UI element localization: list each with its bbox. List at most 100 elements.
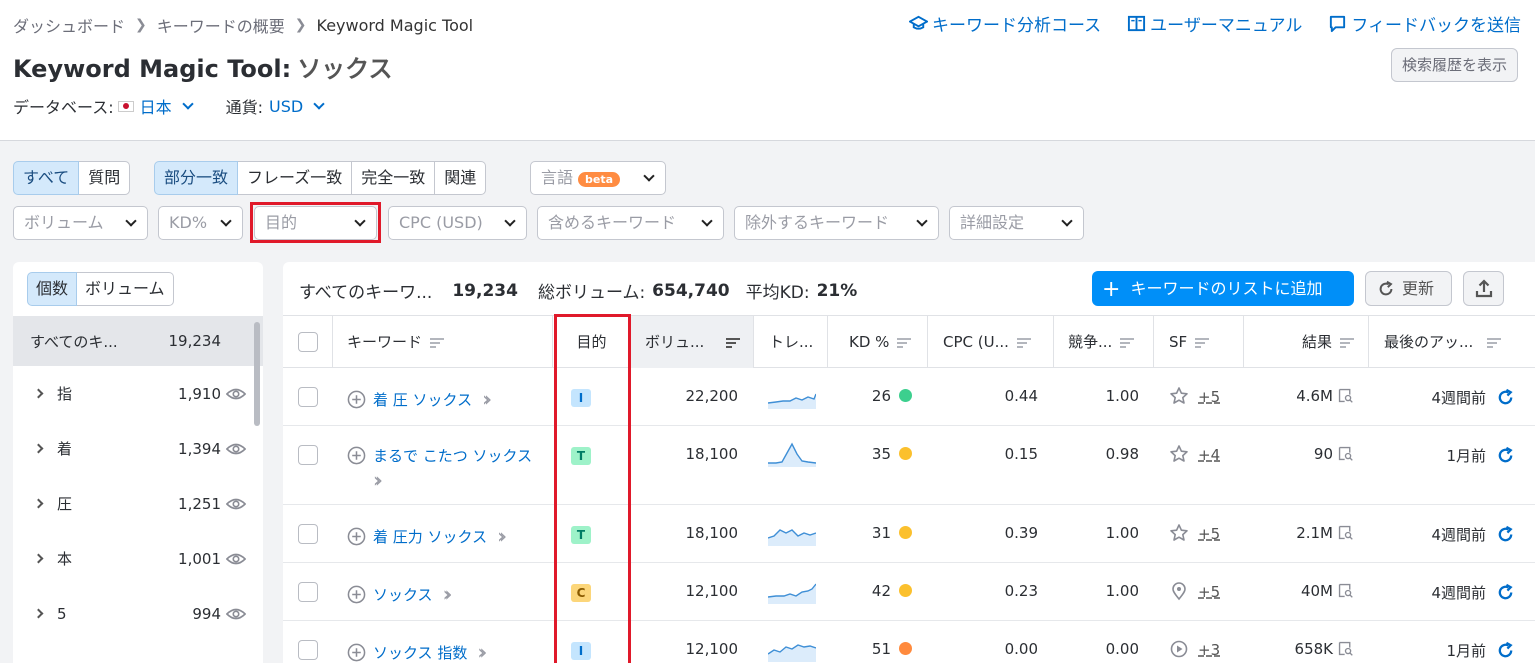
breadcrumb-keyword-overview[interactable]: キーワードの概要 bbox=[157, 13, 285, 37]
advanced-filter[interactable]: 詳細設定 bbox=[949, 206, 1084, 240]
cpc-filter[interactable]: CPC (USD) bbox=[388, 206, 527, 240]
sidebar-group-label: 圧 bbox=[57, 495, 73, 513]
serp-snapshot-icon[interactable] bbox=[1337, 445, 1354, 462]
sidebar-toggle: 個数 ボリューム bbox=[27, 272, 174, 306]
course-link[interactable]: キーワード分析コース bbox=[909, 11, 1101, 36]
add-circle-icon[interactable] bbox=[347, 390, 366, 409]
eye-icon[interactable] bbox=[226, 497, 246, 511]
toggle-count[interactable]: 個数 bbox=[27, 272, 78, 306]
chevron-down-icon bbox=[1061, 215, 1073, 227]
eye-icon[interactable] bbox=[226, 607, 246, 621]
add-to-list-button[interactable]: + キーワードのリストに追加 bbox=[1092, 271, 1354, 306]
serp-features-more[interactable]: +3 bbox=[1198, 641, 1220, 659]
export-button[interactable] bbox=[1463, 271, 1504, 306]
keyword-link[interactable]: 着 圧力 ソックス ›› bbox=[347, 524, 507, 548]
advanced-filter-label: 詳細設定 bbox=[960, 213, 1025, 232]
col-serp-features[interactable]: SF bbox=[1154, 316, 1244, 368]
row-checkbox[interactable] bbox=[298, 445, 318, 465]
eye-icon[interactable] bbox=[226, 442, 246, 456]
toggle-questions[interactable]: 質問 bbox=[79, 161, 131, 195]
col-last-updated[interactable]: 最後のアッ... bbox=[1369, 316, 1535, 368]
breadcrumb-dashboard[interactable]: ダッシュボード bbox=[13, 13, 125, 37]
sort-icon bbox=[1016, 336, 1031, 349]
currency-dropdown[interactable]: USD bbox=[269, 97, 327, 116]
sidebar-group-item[interactable]: 5 994 bbox=[13, 586, 263, 641]
update-button[interactable]: 更新 bbox=[1365, 271, 1452, 306]
last-updated-value: 1月前 bbox=[1446, 447, 1486, 465]
double-chevron-icon[interactable]: ›› bbox=[482, 387, 492, 411]
summary-all-count: 19,234 bbox=[452, 280, 518, 301]
select-all-checkbox[interactable] bbox=[298, 332, 318, 352]
database-dropdown[interactable]: 日本 bbox=[140, 94, 196, 118]
search-history-button[interactable]: 検索履歴を表示 bbox=[1390, 48, 1518, 82]
keyword-link[interactable]: 着 圧 ソックス ›› bbox=[347, 387, 492, 411]
database-value: 日本 bbox=[139, 98, 172, 117]
sidebar-group-count: 994 bbox=[192, 604, 221, 623]
kd-filter[interactable]: KD% bbox=[158, 206, 243, 240]
serp-features-more[interactable]: +4 bbox=[1198, 446, 1220, 464]
keyword-link[interactable]: まるで こたつ ソックス bbox=[347, 445, 532, 466]
serp-snapshot-icon[interactable] bbox=[1337, 640, 1354, 657]
sidebar-item-all[interactable]: すべてのキ... 19,234 bbox=[13, 316, 263, 366]
add-circle-icon[interactable] bbox=[347, 585, 366, 604]
table-header: キーワード 目的 ボリュ... トレ... KD % CPC (U... 競争.… bbox=[283, 315, 1535, 368]
sidebar-group-item[interactable]: 着 1,394 bbox=[13, 421, 263, 476]
col-kd[interactable]: KD % bbox=[828, 316, 928, 368]
sidebar-scrollbar[interactable] bbox=[254, 322, 260, 426]
col-competition[interactable]: 競争... bbox=[1054, 316, 1154, 368]
double-chevron-icon[interactable]: ›› bbox=[373, 468, 383, 492]
feedback-link[interactable]: フィードバックを送信 bbox=[1328, 11, 1521, 36]
double-chevron-icon[interactable]: ›› bbox=[477, 640, 487, 663]
keyword-text: まるで こたつ ソックス bbox=[373, 447, 533, 465]
sidebar-group-item[interactable]: 指 1,910 bbox=[13, 366, 263, 421]
tab-broad-match[interactable]: 部分一致 bbox=[154, 161, 239, 195]
serp-snapshot-icon[interactable] bbox=[1337, 387, 1354, 404]
add-circle-icon[interactable] bbox=[347, 446, 366, 465]
sidebar-group-item[interactable]: 本 1,001 bbox=[13, 531, 263, 586]
col-cpc[interactable]: CPC (U... bbox=[928, 316, 1054, 368]
kd-value: 42 bbox=[871, 582, 891, 600]
refresh-icon[interactable] bbox=[1496, 446, 1515, 465]
eye-icon[interactable] bbox=[226, 387, 246, 401]
manual-link[interactable]: ユーザーマニュアル bbox=[1127, 11, 1302, 36]
keyword-link[interactable]: ソックス 指数 ›› bbox=[347, 640, 487, 663]
add-circle-icon[interactable] bbox=[347, 643, 366, 662]
keyword-link[interactable]: ソックス ›› bbox=[347, 582, 453, 606]
double-chevron-icon[interactable]: ›› bbox=[497, 524, 507, 548]
include-keywords-filter[interactable]: 含めるキーワード bbox=[537, 206, 724, 240]
row-checkbox[interactable] bbox=[298, 387, 318, 407]
serp-features-more[interactable]: +5 bbox=[1198, 525, 1220, 543]
exclude-keywords-filter[interactable]: 除外するキーワード bbox=[734, 206, 939, 240]
toggle-volume[interactable]: ボリューム bbox=[77, 272, 174, 306]
results-value: 2.1M bbox=[1296, 524, 1333, 542]
col-results[interactable]: 結果 bbox=[1244, 316, 1369, 368]
tab-phrase-match[interactable]: フレーズ一致 bbox=[238, 161, 353, 195]
cpc-cell: 0.15 bbox=[1004, 445, 1038, 463]
row-checkbox[interactable] bbox=[298, 524, 318, 544]
row-checkbox[interactable] bbox=[298, 582, 318, 602]
serp-features-more[interactable]: +5 bbox=[1198, 388, 1220, 406]
double-chevron-icon[interactable]: ›› bbox=[443, 582, 453, 606]
row-checkbox[interactable] bbox=[298, 640, 318, 660]
refresh-icon[interactable] bbox=[1496, 583, 1515, 602]
refresh-icon[interactable] bbox=[1496, 525, 1515, 544]
sidebar-group-label: 本 bbox=[57, 550, 73, 568]
language-dropdown[interactable]: 言語 beta bbox=[530, 161, 666, 195]
serp-snapshot-icon[interactable] bbox=[1337, 582, 1354, 599]
volume-filter[interactable]: ボリューム bbox=[13, 206, 148, 240]
refresh-icon[interactable] bbox=[1496, 641, 1515, 660]
eye-icon[interactable] bbox=[226, 552, 246, 566]
add-circle-icon[interactable] bbox=[347, 527, 366, 546]
col-keyword[interactable]: キーワード bbox=[333, 316, 553, 368]
tab-related[interactable]: 関連 bbox=[435, 161, 487, 195]
col-trend[interactable]: トレ... bbox=[754, 316, 828, 368]
kd-indicator bbox=[899, 584, 912, 597]
serp-snapshot-icon[interactable] bbox=[1337, 524, 1354, 541]
toggle-all[interactable]: すべて bbox=[13, 161, 80, 195]
refresh-icon[interactable] bbox=[1496, 388, 1515, 407]
col-volume[interactable]: ボリュ... bbox=[631, 316, 754, 368]
serp-features-cell: +3 bbox=[1169, 639, 1220, 659]
sidebar-group-item[interactable]: 圧 1,251 bbox=[13, 476, 263, 531]
tab-exact-match[interactable]: 完全一致 bbox=[352, 161, 436, 195]
serp-features-more[interactable]: +5 bbox=[1198, 583, 1220, 601]
